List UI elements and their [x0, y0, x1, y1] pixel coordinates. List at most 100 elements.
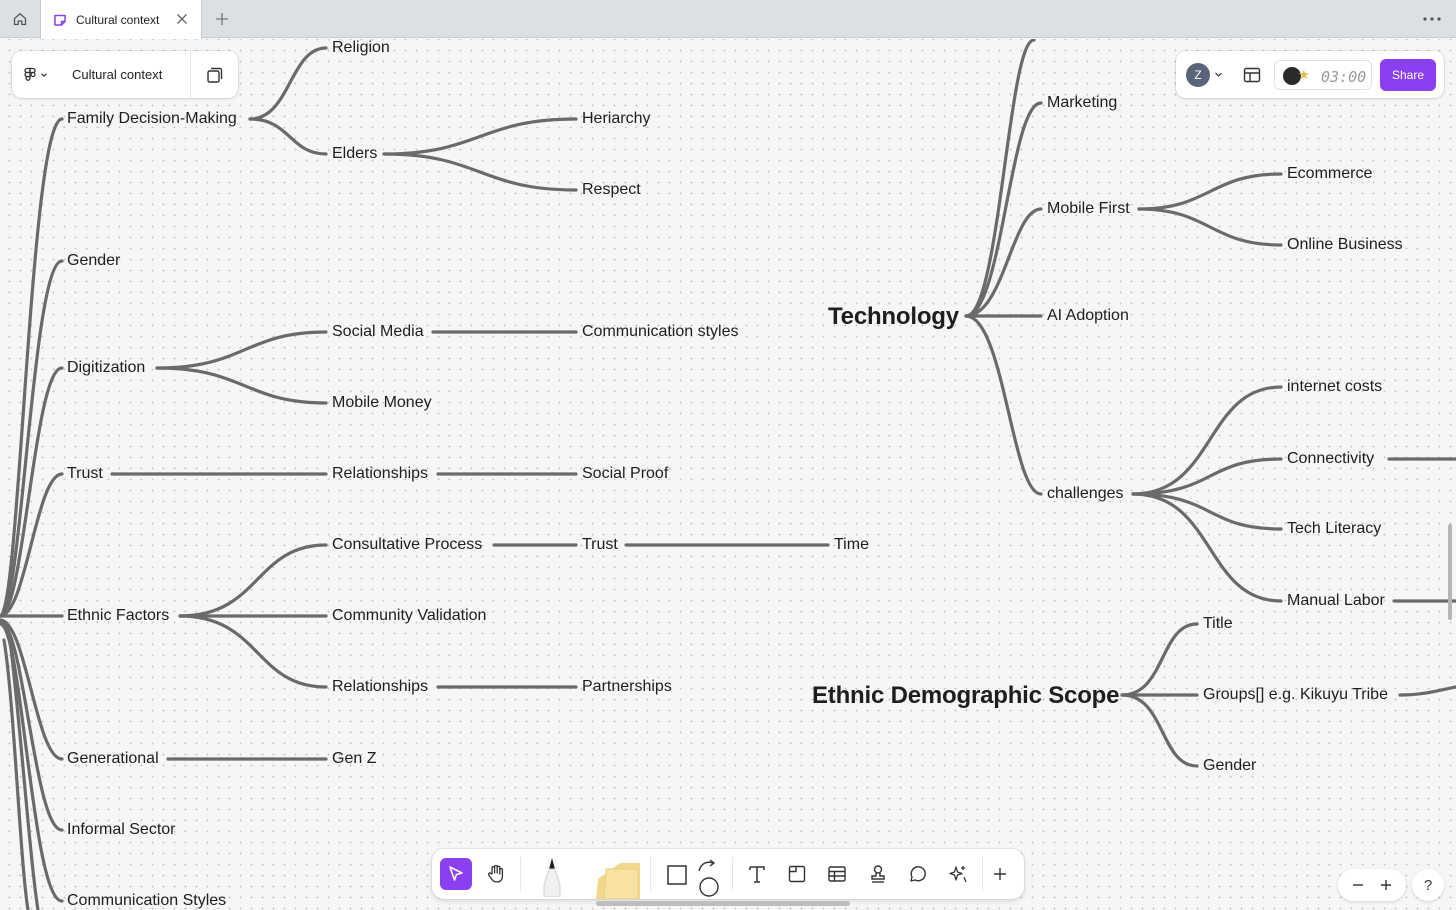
node-challenges[interactable]: challenges: [1047, 486, 1124, 502]
node-tech-literacy[interactable]: Tech Literacy: [1287, 521, 1381, 537]
node-respect[interactable]: Respect: [582, 182, 641, 198]
node-manual-labor[interactable]: Manual Labor: [1287, 593, 1385, 609]
comment-tool-icon: [910, 866, 926, 882]
node-religion[interactable]: Religion: [332, 40, 390, 56]
node-trust-2[interactable]: Trust: [582, 537, 618, 553]
node-gender-scope[interactable]: Gender: [1203, 758, 1256, 774]
node-technology[interactable]: Technology: [828, 305, 959, 329]
marker-tool-button[interactable]: [536, 855, 568, 897]
connector: [964, 314, 1043, 496]
ai-tool-button[interactable]: [942, 858, 974, 890]
connector: [1398, 685, 1456, 697]
zoom-in-button[interactable]: [1374, 873, 1398, 897]
tab-bar: Cultural context: [0, 0, 1456, 39]
text-tool-icon: [749, 866, 765, 883]
node-marketing[interactable]: Marketing: [1047, 95, 1117, 111]
node-relationships[interactable]: Relationships: [332, 466, 428, 482]
connector: [155, 366, 328, 405]
chevron-down-icon[interactable]: [1214, 70, 1223, 79]
timer-widget[interactable]: ★ 03:00: [1274, 60, 1372, 90]
node-mobile-money[interactable]: Mobile Money: [332, 395, 432, 411]
hand-tool-button[interactable]: [480, 858, 512, 890]
node-communication-styles[interactable]: Communication styles: [582, 324, 739, 340]
zoom-out-button[interactable]: [1346, 873, 1370, 897]
node-ai-adoption[interactable]: AI Adoption: [1047, 308, 1129, 324]
more-horizontal-icon[interactable]: [1420, 9, 1444, 29]
home-button[interactable]: [0, 0, 40, 38]
main-menu-button[interactable]: [12, 51, 60, 98]
node-family-decision-making[interactable]: Family Decision-Making: [67, 111, 237, 127]
comment-tool-button[interactable]: [902, 858, 934, 890]
node-online-business[interactable]: Online Business: [1287, 237, 1403, 253]
connector: [155, 330, 328, 370]
node-gender[interactable]: Gender: [67, 253, 120, 269]
more-tools-button[interactable]: [984, 858, 1016, 890]
node-ethnic-demographic-scope[interactable]: Ethnic Demographic Scope: [812, 684, 1119, 708]
hand-tool-icon: [487, 864, 504, 883]
connector: [248, 117, 328, 156]
share-button[interactable]: Share: [1380, 59, 1436, 91]
pages-icon: [206, 67, 222, 83]
connector: [0, 620, 64, 832]
node-time[interactable]: Time: [834, 537, 869, 553]
close-icon[interactable]: [175, 12, 189, 26]
connector: [1131, 492, 1283, 531]
minus-icon: [1353, 884, 1363, 886]
node-trust[interactable]: Trust: [67, 466, 103, 482]
connector: [1120, 622, 1199, 697]
node-connectivity[interactable]: Connectivity: [1287, 451, 1374, 467]
node-ethnic-factors[interactable]: Ethnic Factors: [67, 608, 169, 624]
node-informal-sector[interactable]: Informal Sector: [67, 822, 175, 838]
figma-logo-icon: [24, 67, 36, 81]
vertical-scrollbar[interactable]: [1448, 524, 1452, 620]
whiteboard-file-icon: [54, 14, 66, 26]
section-tool-icon: [788, 865, 806, 883]
tab-cultural-context[interactable]: Cultural context: [40, 0, 202, 39]
connector: [964, 101, 1043, 318]
node-heriarchy[interactable]: Heriarchy: [582, 111, 650, 127]
connector: [178, 614, 328, 689]
layout-icon[interactable]: [1242, 65, 1262, 85]
plus-icon: [1381, 880, 1391, 890]
sticky-note-button[interactable]: [590, 857, 646, 899]
connector-tool-button[interactable]: [691, 855, 723, 897]
node-mobile-first[interactable]: Mobile First: [1047, 201, 1130, 217]
shape-tool-button[interactable]: [661, 858, 693, 890]
move-tool-button[interactable]: [440, 858, 472, 890]
whiteboard-canvas[interactable]: Family Decision-Making Religion Elders H…: [0, 39, 1456, 910]
node-gen-z[interactable]: Gen Z: [332, 751, 376, 767]
chevron-down-icon: [41, 72, 47, 77]
node-communication-styles-branch[interactable]: Communication Styles: [67, 893, 226, 909]
help-button[interactable]: ?: [1412, 869, 1444, 901]
node-social-proof[interactable]: Social Proof: [582, 466, 668, 482]
stamp-tool-icon: [871, 865, 885, 883]
node-internet-costs[interactable]: internet costs: [1287, 379, 1382, 395]
node-title[interactable]: Title: [1203, 616, 1233, 632]
toolbar-scrollbar[interactable]: [596, 901, 850, 906]
text-tool-button[interactable]: [741, 858, 773, 890]
node-relationships-2[interactable]: Relationships: [332, 679, 428, 695]
node-consultative-process[interactable]: Consultative Process: [332, 537, 482, 553]
pages-button[interactable]: [190, 51, 238, 98]
plus-icon[interactable]: [212, 9, 232, 29]
node-digitization[interactable]: Digitization: [67, 360, 145, 376]
connector: [1131, 457, 1283, 496]
node-generational[interactable]: Generational: [67, 751, 159, 767]
avatar[interactable]: Z: [1186, 63, 1210, 87]
table-tool-icon: [828, 866, 846, 882]
stamp-tool-button[interactable]: [862, 858, 894, 890]
node-elders[interactable]: Elders: [332, 146, 377, 162]
node-social-media[interactable]: Social Media: [332, 324, 424, 340]
plus-icon: [994, 868, 1006, 880]
node-partnerships[interactable]: Partnerships: [582, 679, 672, 695]
connector-icon: [698, 859, 719, 897]
connector: [964, 39, 1036, 318]
table-tool-button[interactable]: [821, 858, 853, 890]
timer-text: 03:00: [1321, 68, 1367, 86]
node-groups[interactable]: Groups[] e.g. Kikuyu Tribe: [1203, 687, 1388, 703]
section-tool-button[interactable]: [781, 858, 813, 890]
file-name[interactable]: Cultural context: [60, 67, 190, 82]
node-ecommerce[interactable]: Ecommerce: [1287, 166, 1372, 182]
node-community-validation[interactable]: Community Validation: [332, 608, 486, 624]
file-panel: Cultural context: [12, 51, 238, 98]
